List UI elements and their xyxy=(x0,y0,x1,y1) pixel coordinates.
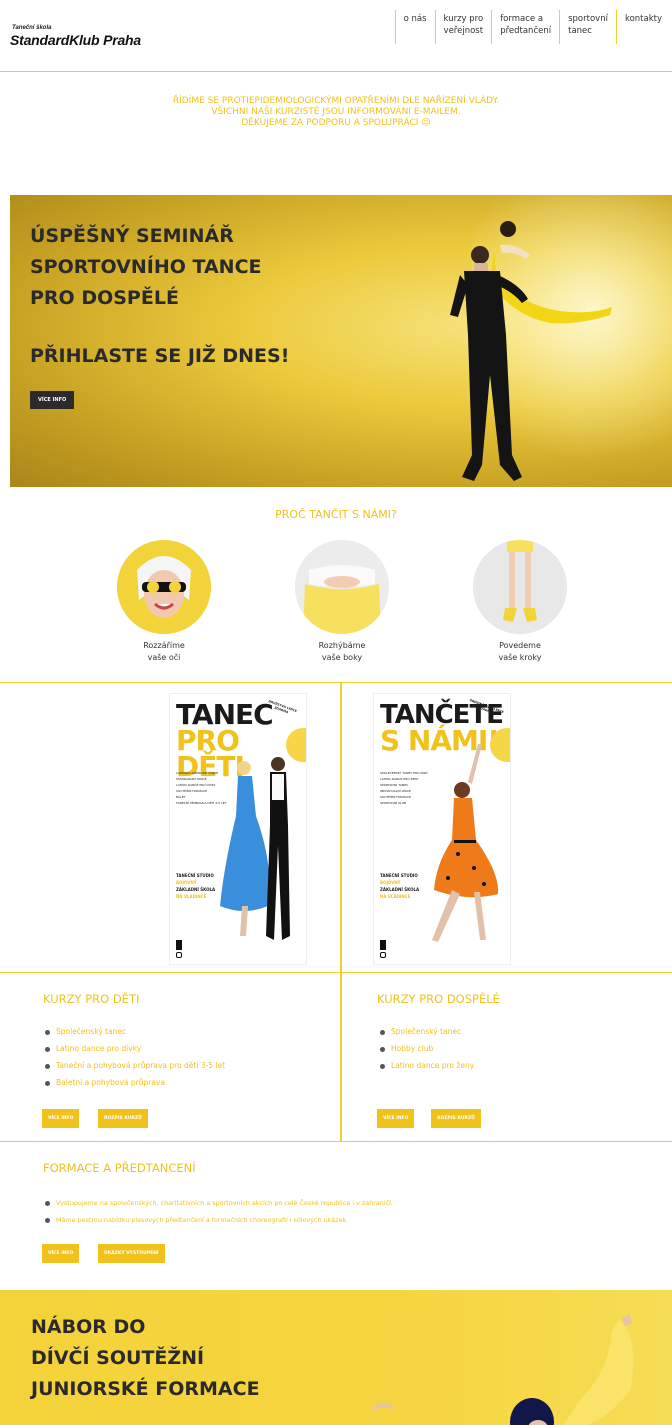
eyes-image xyxy=(117,540,211,634)
logo-tagline[interactable]: Taneční škola xyxy=(12,25,51,31)
why-item-eyes: Rozzáříme vaše oči xyxy=(143,641,185,662)
instagram-icon xyxy=(176,952,182,958)
why-item-feet: Povedeme vaše kroky xyxy=(498,641,542,662)
formace-title: FORMACE A PŘEDTANCENÍ xyxy=(43,1161,196,1175)
why-item-hips: Rozhýbáme vaše boky xyxy=(318,641,366,662)
column-divider xyxy=(340,683,342,1141)
dancing-kids-image xyxy=(220,757,290,940)
poster-kids[interactable]: TANEC PRO DĚTI DRUŽSTVO LYNCE ZDARMA LAT… xyxy=(170,694,306,964)
poster-location: TANEČNÍ STUDIO BOJOVNÝ ZÁKLADNÍ ŠKOLA NA… xyxy=(380,873,420,899)
list-item: Společenský tanec xyxy=(380,1023,474,1040)
formace-performances-button[interactable]: UKÁZKY VYSTOUPENÍ xyxy=(98,1244,165,1263)
feet-image xyxy=(473,540,567,634)
facebook-icon xyxy=(380,940,386,950)
nav-item-formace[interactable]: formace a předtančení xyxy=(491,10,559,44)
poster-location: TANEČNÍ STUDIO BOJOVNÝ ZÁKLADNÍ ŠKOLA NA… xyxy=(176,873,216,899)
covid-notice: ŘÍDÍME SE PROTIEPIDEMIOLOGICKÝMI OPATŘEN… xyxy=(0,96,672,129)
list-item: Společenský tanec xyxy=(45,1023,225,1040)
notice-line-1: ŘÍDÍME SE PROTIEPIDEMIOLOGICKÝMI OPATŘEN… xyxy=(172,96,500,106)
dancing-couple-image xyxy=(450,221,612,481)
facebook-icon xyxy=(176,940,182,950)
hips-image xyxy=(295,540,389,634)
adults-more-info-button[interactable]: VÍCE INFO xyxy=(377,1109,415,1128)
kids-courses-list: Společenský tanec Latino dance pro dívky… xyxy=(45,1023,225,1091)
site-header: Taneční škola StandardKlub Praha o nás k… xyxy=(0,0,672,72)
adult-courses-list: Společenský tanec Hobby club Latino danc… xyxy=(380,1023,474,1074)
divider xyxy=(0,972,672,973)
hero-more-info-button[interactable]: VÍCE INFO xyxy=(30,391,75,409)
list-item: Baletní a pohybová průprava xyxy=(45,1074,225,1091)
why-title: PROČ TANČIT S NÁMI? xyxy=(275,508,397,521)
dancing-woman-image xyxy=(432,744,499,942)
smiling-woman-sunglasses-icon xyxy=(117,540,211,634)
dancer-with-fabric-image xyxy=(372,1314,634,1425)
main-nav: o nás kurzy pro veřejnost formace a před… xyxy=(394,10,672,46)
hero-banner: ÚSPĚŠNÝ SEMINÁŘ SPORTOVNÍHO TANCE PRO DO… xyxy=(10,195,672,487)
nav-item-kontakty[interactable]: kontakty xyxy=(615,10,672,44)
hero-subtitle: PŘIHLASTE SE JIŽ DNES! xyxy=(30,345,290,367)
kids-courses-title: KURZY PRO DĚTI xyxy=(43,992,140,1006)
kids-more-info-button[interactable]: VÍCE INFO xyxy=(42,1109,80,1128)
recruitment-banner: NÁBOR DO DÍVČÍ SOUTĚŽNÍ JUNIORSKÉ FORMAC… xyxy=(0,1290,672,1425)
notice-line-3: DĚKUJEME ZA PODPORU A SPOLUPRÁCI 😉 xyxy=(241,118,431,128)
list-item: Máme pestrou nabídku plesových předtanče… xyxy=(45,1212,393,1229)
divider xyxy=(0,1141,672,1142)
hero-title: ÚSPĚŠNÝ SEMINÁŘ SPORTOVNÍHO TANCE PRO DO… xyxy=(30,225,262,309)
adults-schedule-button[interactable]: ROZPIS KURZŮ xyxy=(431,1109,481,1128)
nav-item-kurzy[interactable]: kurzy pro veřejnost xyxy=(434,10,492,44)
recruitment-title: NÁBOR DO DÍVČÍ SOUTĚŽNÍ JUNIORSKÉ FORMAC… xyxy=(31,1316,260,1400)
list-item: Hobby club xyxy=(380,1040,474,1057)
kids-schedule-button[interactable]: ROZPIS KURZŮ xyxy=(98,1109,148,1128)
divider xyxy=(0,682,672,683)
list-item: Taneční a pohybová průprava pro děti 3-5… xyxy=(45,1057,225,1074)
notice-line-2: VŠICHNI NAŠI KURZISTÉ JSOU INFORMOVÁNI E… xyxy=(211,107,461,117)
poster-adults[interactable]: TANČETE S NÁMI! OBJEDNÁVEJTE LEKCE ZDARM… xyxy=(374,694,510,964)
yellow-heels-icon xyxy=(473,540,567,634)
yellow-pants-icon xyxy=(295,540,389,634)
instagram-icon xyxy=(380,952,386,958)
adult-courses-title: KURZY PRO DOSPĚLÉ xyxy=(377,992,500,1006)
formace-list: Vystupujeme na společenských, charitativ… xyxy=(45,1195,393,1229)
logo[interactable]: StandardKlub Praha xyxy=(10,32,141,48)
list-item: Latino dance pro dívky xyxy=(45,1040,225,1057)
nav-item-sportovni[interactable]: sportovní tanec xyxy=(559,10,616,44)
list-item: Vystupujeme na společenských, charitativ… xyxy=(45,1195,393,1212)
nav-item-o-nas[interactable]: o nás xyxy=(394,10,435,44)
formace-more-info-button[interactable]: VÍCE INFO xyxy=(42,1244,80,1263)
list-item: Latino dance pro ženy xyxy=(380,1057,474,1074)
